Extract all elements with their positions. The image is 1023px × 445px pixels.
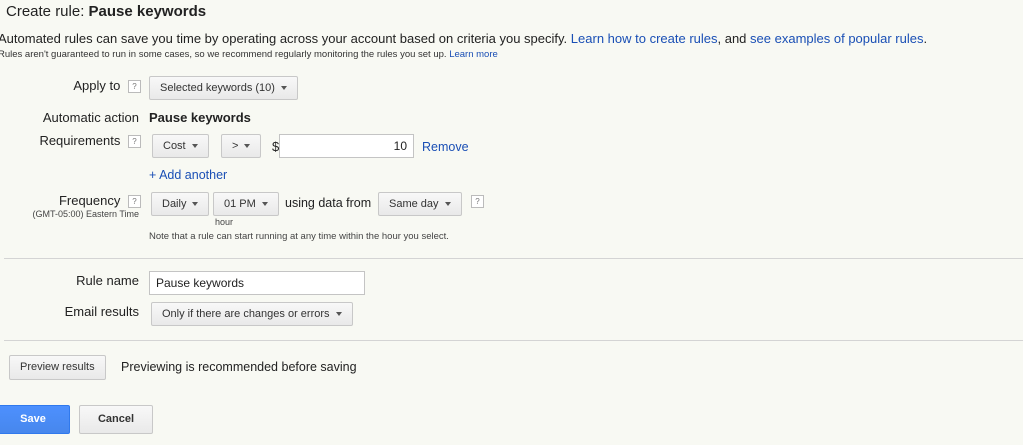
chevron-down-icon — [335, 312, 342, 317]
chevron-down-icon — [191, 144, 198, 149]
apply-to-label: Apply to ? — [73, 78, 141, 94]
metric-dropdown[interactable]: Cost — [152, 134, 209, 158]
using-data-from-text: using data from — [285, 196, 372, 210]
hour-dropdown[interactable]: 01 PM — [213, 192, 279, 216]
hour-value: 01 PM — [224, 198, 256, 210]
intro-period: . — [923, 31, 928, 46]
apply-to-label-text: Apply to — [73, 78, 121, 93]
examples-link[interactable]: see examples of popular rules — [750, 31, 923, 46]
intro-text: Automated rules can save you time by ope… — [0, 31, 927, 46]
operator-dropdown[interactable]: > — [221, 134, 262, 158]
help-icon[interactable]: ? — [471, 195, 484, 208]
cancel-button[interactable]: Cancel — [79, 405, 153, 434]
email-results-label: Email results — [64, 304, 139, 319]
email-results-dropdown[interactable]: Only if there are changes or errors — [151, 302, 353, 326]
frequency-value: Daily — [162, 198, 187, 210]
requirements-label-text: Requirements — [39, 133, 121, 148]
title-prefix: Create rule: — [6, 3, 85, 20]
timezone-label: (GMT-05:00) Eastern Time — [32, 209, 139, 219]
hour-caption: hour — [215, 217, 234, 227]
frequency-dropdown[interactable]: Daily — [151, 192, 210, 216]
chevron-down-icon — [280, 86, 287, 91]
operator-value: > — [232, 140, 239, 152]
save-button[interactable]: Save — [0, 405, 70, 434]
chevron-down-icon — [261, 202, 268, 207]
help-icon[interactable]: ? — [128, 80, 141, 94]
email-results-value: Only if there are changes or errors — [162, 308, 330, 320]
intro-connector: , and — [717, 31, 747, 46]
intro-note-text: Rules aren't guaranteed to run in some c… — [0, 49, 447, 60]
date-range-value: Same day — [389, 198, 439, 210]
chevron-down-icon — [192, 202, 199, 207]
amount-input[interactable]: 10 — [279, 134, 414, 158]
rule-title-name: Pause keywords — [88, 3, 207, 20]
date-range-dropdown[interactable]: Same day — [378, 192, 462, 216]
frequency-label-text: Frequency — [58, 193, 121, 208]
rule-name-label: Rule name — [76, 273, 139, 288]
automatic-action-value: Pause keywords — [149, 110, 251, 125]
requirements-label: Requirements ? — [39, 133, 141, 149]
add-another-link[interactable]: + Add another — [149, 168, 227, 182]
chevron-down-icon — [444, 202, 451, 207]
page-title: Create rule: Pause keywords — [6, 3, 206, 20]
rule-name-input[interactable]: Pause keywords — [149, 271, 365, 295]
apply-to-dropdown[interactable]: Selected keywords (10) — [149, 76, 298, 100]
remove-requirement-link[interactable]: Remove — [422, 140, 469, 154]
chevron-down-icon — [244, 144, 251, 149]
apply-to-value: Selected keywords (10) — [160, 82, 275, 94]
help-icon[interactable]: ? — [128, 195, 141, 209]
metric-value: Cost — [163, 140, 186, 152]
section-divider — [4, 258, 1023, 259]
frequency-note: Note that a rule can start running at an… — [149, 231, 449, 242]
intro-note: Rules aren't guaranteed to run in some c… — [0, 49, 498, 60]
section-divider — [4, 340, 1023, 341]
frequency-label: Frequency ? — [58, 193, 141, 209]
preview-note: Previewing is recommended before saving — [121, 360, 357, 374]
help-icon[interactable]: ? — [128, 135, 141, 149]
preview-results-button[interactable]: Preview results — [9, 355, 106, 380]
learn-create-rules-link[interactable]: Learn how to create rules — [571, 31, 718, 46]
learn-more-link[interactable]: Learn more — [449, 49, 498, 60]
automatic-action-label: Automatic action — [42, 110, 139, 125]
intro-sentence: Automated rules can save you time by ope… — [0, 31, 568, 46]
